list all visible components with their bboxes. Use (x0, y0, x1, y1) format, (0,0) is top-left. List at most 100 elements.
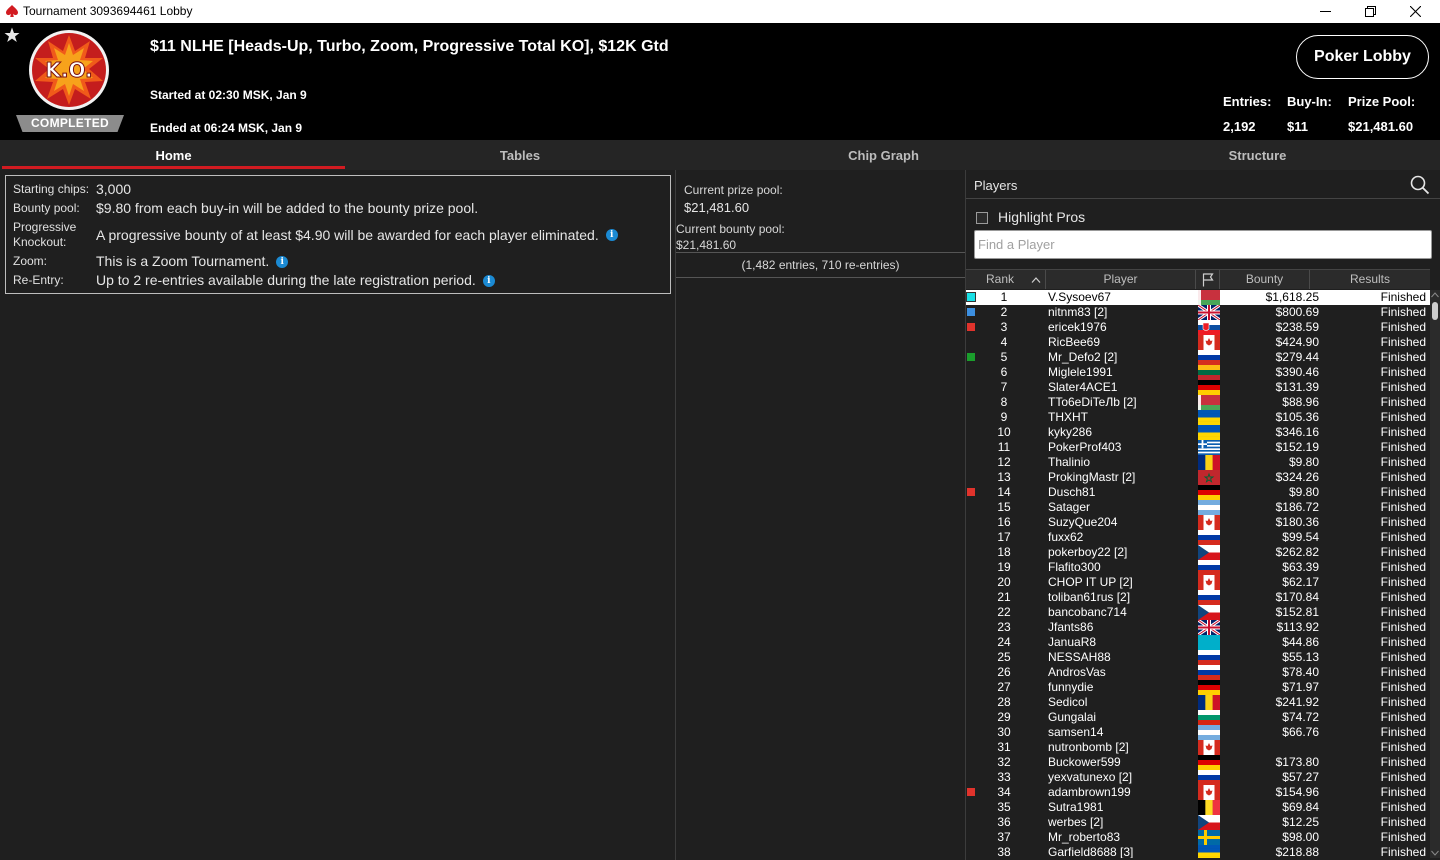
player-name: nutronbomb [2] (1048, 740, 1129, 754)
player-row[interactable]: 4 RicBee69 $424.90 Finished (966, 335, 1430, 350)
player-row[interactable]: 2 nitnm83 [2] $800.69 Finished (966, 303, 1430, 322)
player-row[interactable]: 12 Thalinio $9.80 Finished (966, 455, 1430, 470)
info-icon[interactable]: i (482, 274, 495, 287)
player-row[interactable]: 20 CHOP IT UP [2] $62.17 Finished (966, 575, 1430, 590)
player-row[interactable]: 30 samsen14 $66.76 Finished (966, 725, 1430, 741)
player-result: Finished (1380, 830, 1426, 844)
find-player-input[interactable] (974, 230, 1432, 259)
player-row[interactable]: 13 ProkingMastr [2] $324.26 Finished (966, 470, 1430, 485)
player-row[interactable]: 14 Dusch81 $9.80 Finished (966, 485, 1430, 501)
poker-lobby-button[interactable]: Poker Lobby (1296, 35, 1429, 79)
player-bounty: $241.92 (1275, 695, 1319, 709)
player-row[interactable]: 11 PokerProf403 $152.19 Finished (966, 440, 1430, 455)
player-row[interactable]: 17 fuxx62 $99.54 Finished (966, 530, 1430, 546)
scroll-up-icon[interactable] (1431, 292, 1439, 298)
player-row[interactable]: 35 Sutra1981 $69.84 Finished (966, 800, 1430, 815)
player-rank: 12 (997, 455, 1011, 469)
results-column-header[interactable]: Results (1310, 270, 1430, 289)
zoom-text: This is a Zoom Tournament. (96, 253, 270, 269)
player-row[interactable]: 27 funnydie $71.97 Finished (966, 680, 1430, 696)
player-result: Finished (1380, 710, 1426, 724)
player-row[interactable]: 33 yexvatunexo [2] $57.27 Finished (966, 770, 1430, 786)
player-row[interactable]: 24 JanuaR8 $44.86 Finished (966, 635, 1430, 651)
player-row[interactable]: 21 toliban61rus [2] $170.84 Finished (966, 590, 1430, 606)
player-result: Finished (1380, 635, 1426, 649)
player-row[interactable]: 15 Satager $186.72 Finished (966, 500, 1430, 516)
player-row[interactable]: 6 Miglele1991 $390.46 Finished (966, 365, 1430, 381)
country-column-header[interactable] (1196, 270, 1220, 289)
tab-home[interactable]: Home (2, 140, 345, 170)
player-row[interactable]: 23 Jfants86 $113.92 Finished (966, 618, 1430, 637)
player-color-marker (967, 308, 975, 316)
minimize-icon (1319, 11, 1331, 12)
player-rank: 2 (1000, 305, 1008, 319)
highlight-pros-checkbox[interactable] (976, 212, 988, 224)
tab-home-label: Home (155, 147, 192, 163)
player-row[interactable]: 37 Mr_roberto83 $98.00 Finished (966, 830, 1430, 845)
player-result: Finished (1380, 800, 1426, 814)
player-row[interactable]: 3 ericek1976 $238.59 Finished (966, 320, 1430, 336)
player-row[interactable]: 25 NESSAH88 $55.13 Finished (966, 650, 1430, 666)
player-bounty: $57.27 (1282, 770, 1319, 784)
player-row[interactable]: 38 Garfield8688 [3] $218.88 Finished (966, 845, 1430, 858)
player-result: Finished (1380, 680, 1426, 694)
page-title: $11 NLHE [Heads-Up, Turbo, Zoom, Progres… (150, 38, 669, 55)
player-row[interactable]: 1 V.Sysoev67 $1,618.25 Finished (966, 290, 1430, 306)
info-icon[interactable]: i (276, 255, 289, 268)
player-rank: 7 (1000, 380, 1008, 394)
tab-structure[interactable]: Structure (1075, 140, 1440, 170)
pko-label-line1: Progressive (13, 220, 77, 234)
player-row[interactable]: 26 AndrosVas $78.40 Finished (966, 665, 1430, 681)
player-row[interactable]: 16 SuzyQue204 $180.36 Finished (966, 515, 1430, 530)
buyin-value: $11 (1287, 119, 1308, 134)
player-row[interactable]: 32 Buckower599 $173.80 Finished (966, 755, 1430, 771)
player-name: nitnm83 [2] (1048, 305, 1108, 319)
logo-text: K.O. (45, 58, 92, 82)
info-icon[interactable]: i (605, 229, 618, 241)
player-bounty: $69.84 (1282, 800, 1319, 814)
minimize-button[interactable] (1302, 0, 1348, 23)
player-row[interactable]: 10 kyky286 $346.16 Finished (966, 425, 1430, 441)
player-bounty: $113.92 (1276, 620, 1320, 634)
scrollbar-thumb[interactable] (1432, 302, 1438, 320)
player-row[interactable]: 7 Slater4ACE1 $131.39 Finished (966, 380, 1430, 396)
current-bounty-pool-label: Current bounty pool: (676, 222, 785, 236)
player-row[interactable]: 9 THXHT $105.36 Finished (966, 410, 1430, 426)
player-name: Sedicol (1048, 695, 1088, 709)
player-row[interactable]: 34 adambrown199 $154.96 Finished (966, 785, 1430, 800)
player-row[interactable]: 5 Mr_Defo2 [2] $279.44 Finished (966, 350, 1430, 366)
bounty-column-header[interactable]: Bounty (1220, 270, 1310, 289)
player-row[interactable]: 22 bancobanc714 $152.81 Finished (966, 605, 1430, 620)
player-bounty: $78.40 (1282, 665, 1319, 679)
player-row[interactable]: 28 Sedicol $241.92 Finished (966, 695, 1430, 710)
starting-chips-value: 3,000 (96, 181, 132, 197)
player-column-header[interactable]: Player (1046, 270, 1196, 289)
player-bounty: $62.17 (1282, 575, 1319, 589)
rank-column-header[interactable]: Rank (966, 270, 1046, 289)
tab-chip-graph[interactable]: Chip Graph (700, 140, 1067, 170)
reentry-row: Re-Entry: Up to 2 re-entries available d… (13, 273, 495, 288)
player-row[interactable]: 36 werbes [2] $12.25 Finished (966, 815, 1430, 830)
player-bounty: $105.36 (1275, 410, 1319, 424)
player-name: yexvatunexo [2] (1048, 770, 1133, 784)
pko-label: Progressive Knockout: (13, 220, 96, 250)
player-rank: 13 (997, 470, 1011, 484)
player-row[interactable]: 18 pokerboy22 [2] $262.82 Finished (966, 545, 1430, 560)
player-rank: 31 (997, 740, 1011, 754)
player-row[interactable]: 8 TTo6eDiTeЛb [2] $88.96 Finished (966, 395, 1430, 411)
favorite-star-icon[interactable] (4, 27, 20, 43)
players-scrollbar[interactable] (1430, 290, 1440, 858)
player-bounty: $424.90 (1275, 335, 1319, 349)
player-result: Finished (1380, 335, 1426, 349)
player-row[interactable]: 29 Gungalai $74.72 Finished (966, 710, 1430, 726)
player-row[interactable]: 19 Flafito300 $63.39 Finished (966, 560, 1430, 576)
restore-button[interactable] (1347, 0, 1393, 23)
close-button[interactable] (1392, 0, 1438, 23)
player-result: Finished (1380, 290, 1426, 304)
player-name: NESSAH88 (1048, 650, 1111, 664)
player-name: AndrosVas (1048, 665, 1106, 679)
player-row[interactable]: 31 nutronbomb [2] Finished (966, 740, 1430, 755)
search-icon[interactable] (1409, 174, 1431, 196)
tab-tables[interactable]: Tables (345, 140, 695, 170)
scroll-down-icon[interactable] (1431, 850, 1439, 856)
